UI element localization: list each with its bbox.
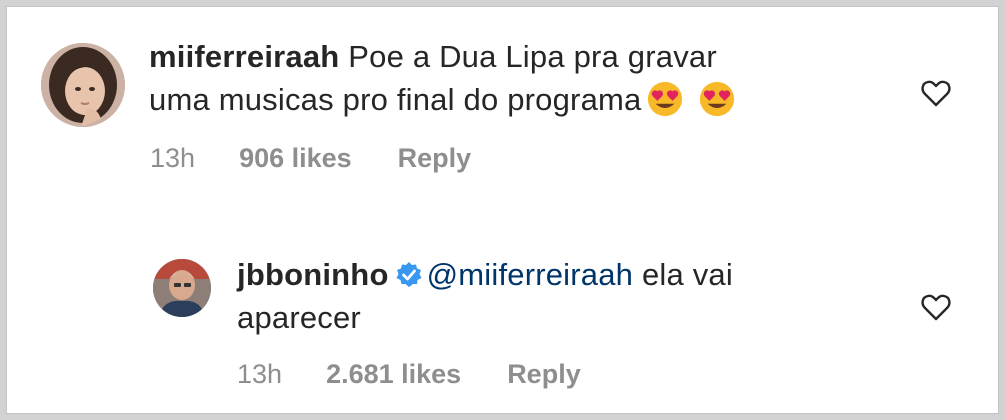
comment-body-line2: aparecer — [237, 300, 361, 335]
comment-body-line2: uma musicas pro final do programa — [149, 82, 642, 117]
heart-eyes-emoji-icon — [647, 81, 682, 117]
avatar[interactable] — [41, 43, 125, 127]
comment-meta: 13h 2.681 likes Reply — [237, 359, 581, 390]
comment-thread: miiferreiraah Poe a Dua Lipa pra gravar … — [6, 6, 999, 414]
heart-outline-icon[interactable] — [921, 293, 951, 321]
comment-timestamp: 13h — [150, 143, 196, 173]
comment-text: miiferreiraah Poe a Dua Lipa pra gravar … — [149, 35, 849, 121]
comment-body-line1: ela vai — [633, 257, 733, 292]
comment-item: jbboninho @miiferreiraah ela vai aparece… — [149, 249, 989, 399]
comment-mention-link[interactable]: @miiferreiraah — [427, 257, 634, 292]
comment-likes-count[interactable]: 2.681 likes — [326, 359, 461, 390]
heart-eyes-emoji-icon — [699, 81, 734, 117]
avatar[interactable] — [153, 259, 211, 317]
comment-username[interactable]: miiferreiraah — [149, 39, 339, 74]
comment-text: jbboninho @miiferreiraah ela vai aparece… — [237, 253, 877, 339]
comment-meta: 13h 906 likes Reply — [150, 143, 471, 174]
verified-badge-icon — [396, 262, 422, 287]
comment-timestamp: 13h — [237, 359, 283, 389]
reply-button[interactable]: Reply — [507, 359, 581, 390]
comment-likes-count[interactable]: 906 likes — [239, 143, 352, 174]
comment-item: miiferreiraah Poe a Dua Lipa pra gravar … — [37, 35, 987, 185]
comment-username[interactable]: jbboninho — [237, 257, 389, 292]
comment-body-line1: Poe a Dua Lipa pra gravar — [348, 39, 717, 74]
heart-outline-icon[interactable] — [921, 79, 951, 107]
reply-button[interactable]: Reply — [398, 143, 472, 174]
